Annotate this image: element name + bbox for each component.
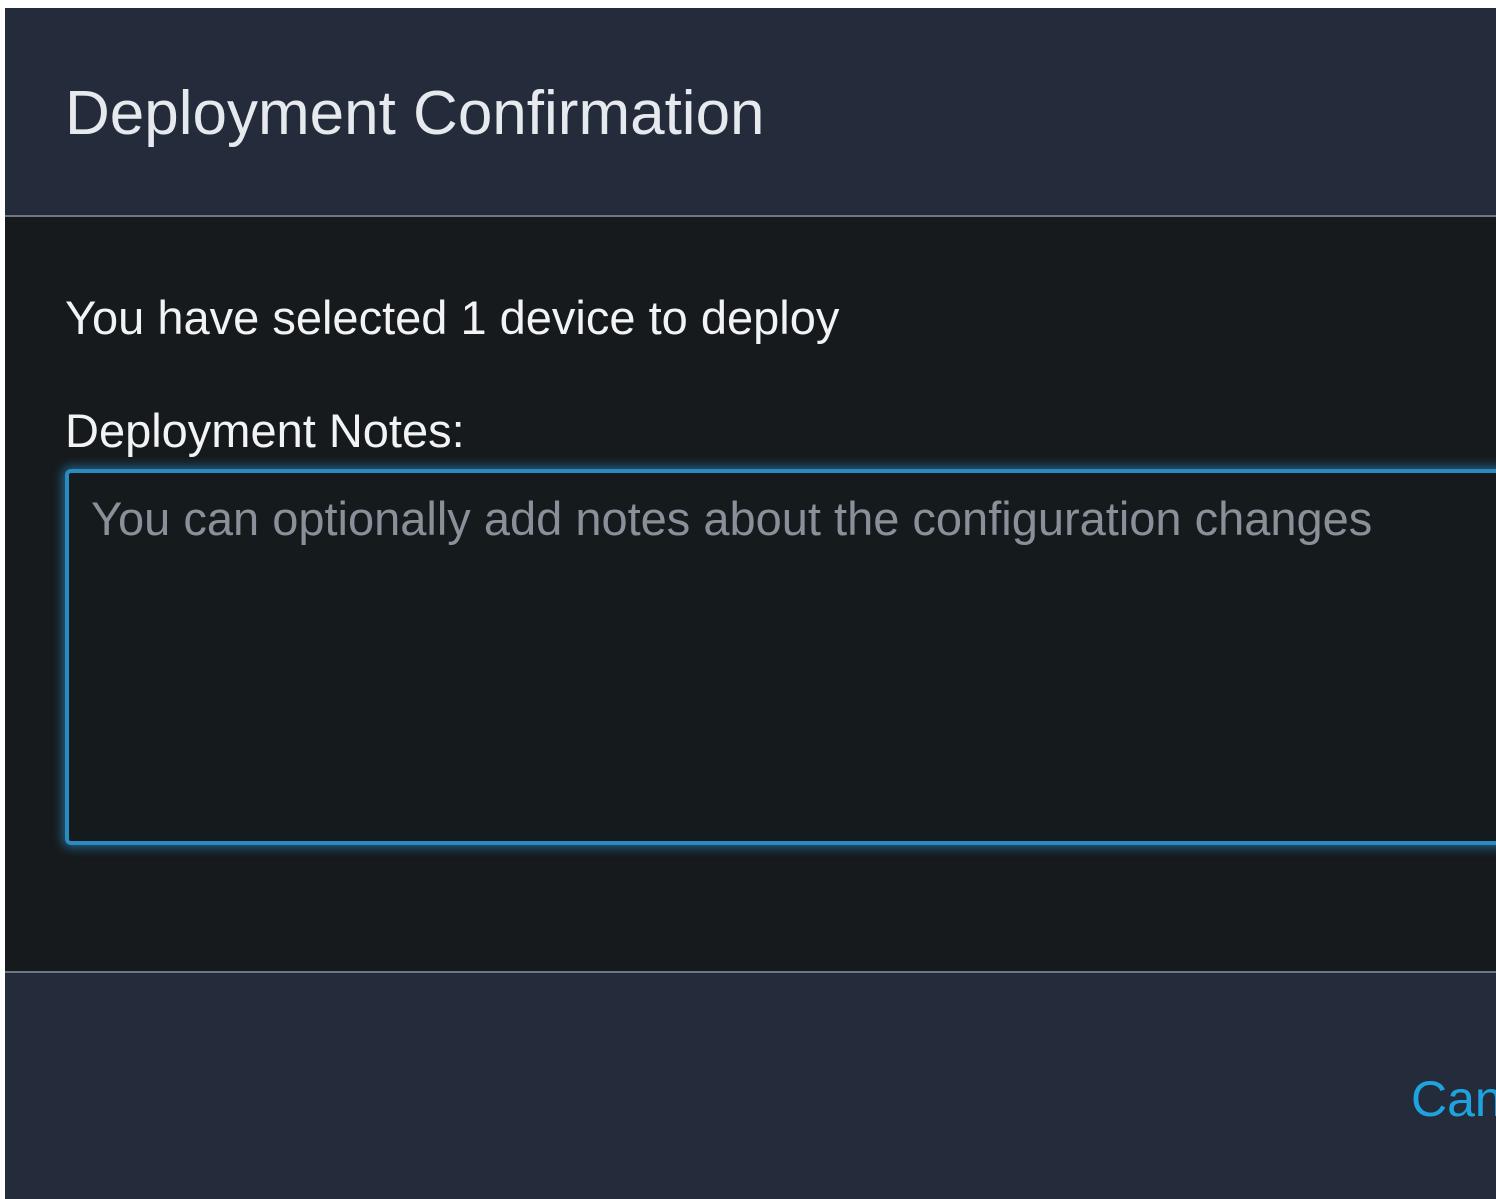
selection-summary: You have selected 1 device to deploy bbox=[65, 291, 840, 344]
deployment-confirmation-dialog: Deployment Confirmation You have selecte… bbox=[5, 8, 1496, 1199]
deployment-notes-label: Deployment Notes: bbox=[65, 404, 465, 457]
deployment-notes-input[interactable] bbox=[65, 469, 1496, 845]
dialog-header: Deployment Confirmation bbox=[5, 8, 1496, 215]
cancel-button[interactable]: Cancel bbox=[1411, 1070, 1496, 1128]
dialog-title: Deployment Confirmation bbox=[65, 79, 765, 148]
dialog-footer: Cancel bbox=[5, 973, 1496, 1199]
dialog-body: You have selected 1 device to deploy Dep… bbox=[5, 217, 1496, 971]
